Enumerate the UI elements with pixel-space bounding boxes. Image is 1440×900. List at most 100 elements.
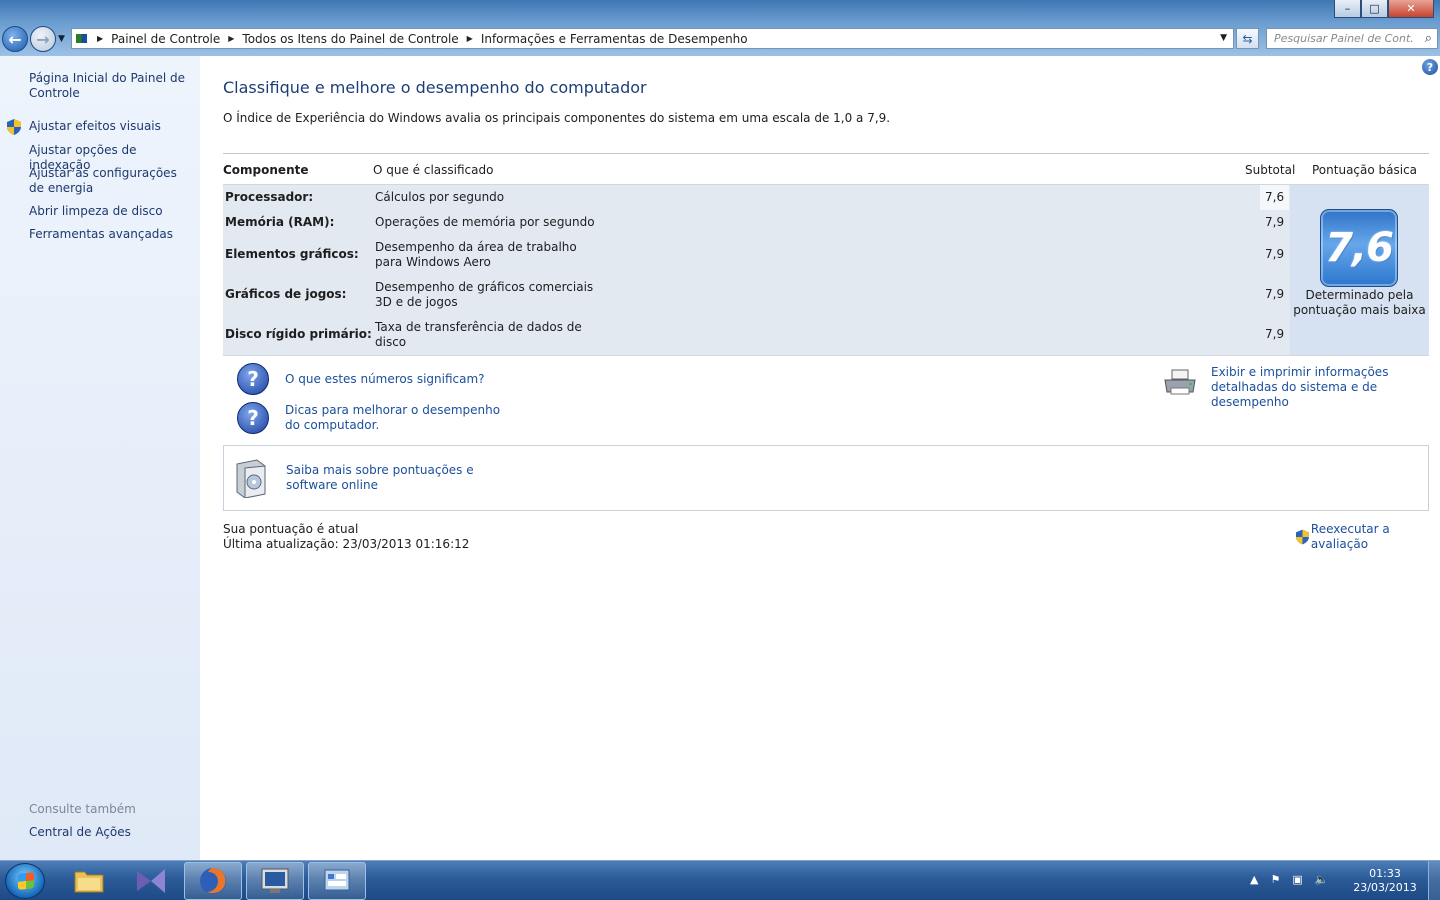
minimize-button[interactable]: – [1334,0,1361,18]
component-name: Gráficos de jogos: [225,287,347,301]
chevron-down-icon: ▼ [58,34,65,44]
sidebar-item-power-settings[interactable]: Ajustar as configurações de energia [29,166,194,196]
taskbar-explorer[interactable] [60,862,118,900]
learn-more-box: Saiba mais sobre pontuações e software o… [223,445,1429,511]
column-header-subtotal: Subtotal [1245,163,1296,177]
table-header: Componente O que é classificado Subtotal… [223,154,1429,184]
column-header-component: Componente [223,163,309,177]
rated-description: Cálculos por segundo [375,190,505,204]
improve-performance-tips-link[interactable]: Dicas para melhorar o desempenho do comp… [285,403,505,433]
control-panel-icon [76,34,87,43]
base-score-caption: Determinado pela pontuação mais baixa [1293,288,1426,317]
what-numbers-mean-link[interactable]: O que estes números significam? [285,372,485,387]
firefox-icon [200,868,226,894]
software-box-icon [236,459,266,498]
subtotal-value: 7,9 [1265,247,1285,261]
subtotal-value: 7,9 [1265,327,1285,341]
score-table: Componente O que é classificado Subtotal… [223,153,1429,356]
question-mark-icon: ? [237,402,269,434]
rated-description: Taxa de transferência de dados de disco [375,320,582,349]
arrow-right-icon: → [36,29,50,49]
clock-date: 23/03/2013 [1353,881,1417,894]
arrow-left-icon: ← [8,29,22,49]
start-button[interactable] [5,863,45,899]
column-header-base-score: Pontuação básica [1312,163,1418,177]
print-system-details-link[interactable]: Exibir e imprimir informações detalhadas… [1211,365,1433,410]
sidebar: Página Inicial do Painel de Controle Aju… [0,56,200,860]
sidebar-item-visual-effects[interactable]: Ajustar efeitos visuais [29,119,194,134]
folder-icon [74,871,104,893]
search-input[interactable] [1274,32,1414,45]
clock-time: 01:33 [1369,867,1401,880]
back-button[interactable]: ← [2,26,28,52]
volume-icon[interactable]: 🔈 [1315,873,1329,886]
subtotal-value: 7,6 [1265,190,1285,204]
recent-pages-dropdown[interactable]: ▼ [58,34,65,44]
component-name: Memória (RAM): [225,215,335,229]
system-tray: ▲ ⚑ ▣ 🔈 [1250,873,1328,886]
subtotal-value: 7,9 [1265,215,1285,229]
taskbar-control-panel[interactable] [308,862,366,900]
window-controls: – □ ✕ [1334,0,1434,18]
shield-icon [1296,529,1309,545]
show-desktop-button[interactable] [1428,861,1440,900]
column-header-rated: O que é classificado [373,163,494,177]
rated-description: Desempenho de gráficos comerciais 3D e d… [375,280,594,309]
rated-description: Operações de memória por segundo [375,215,595,229]
taskbar-terminal[interactable] [246,862,304,900]
breadcrumb-arrow-icon[interactable]: ▶ [228,34,234,43]
control-panel-icon [324,869,350,891]
sidebar-item-action-center[interactable]: Central de Ações [29,825,194,840]
rerun-assessment-button[interactable]: Reexecutar a avaliação [1296,522,1440,552]
breadcrumb-painel-de-controle[interactable]: Painel de Controle [111,32,220,46]
maximize-button[interactable]: □ [1361,0,1388,18]
breadcrumb-todos-os-itens[interactable]: Todos os Itens do Painel de Controle [242,32,458,46]
visual-studio-icon [137,869,165,893]
intro-text: O Índice de Experiência do Windows avali… [223,111,891,125]
search-icon[interactable]: ⌕ [1425,31,1432,46]
breadcrumb-arrow-icon[interactable]: ▶ [467,34,473,43]
breadcrumb-informacoes-desempenho[interactable]: Informações e Ferramentas de Desempenho [481,32,748,46]
taskbar-firefox[interactable] [184,862,242,900]
refresh-button[interactable]: ⇆ [1236,28,1259,49]
component-name: Processador: [225,190,314,204]
table-body: Processador: Cálculos por segundo 7,6 Me… [223,184,1429,356]
breadcrumb-arrow-icon[interactable]: ▶ [97,34,103,43]
taskbar: ▲ ⚑ ▣ 🔈 01:33 23/03/2013 [0,860,1440,900]
see-also-heading: Consulte também [29,802,136,816]
score-current-text: Sua pontuação é atual [223,522,359,536]
refresh-icon: ⇆ [1242,31,1253,46]
show-hidden-icons-icon[interactable]: ▲ [1250,873,1258,886]
sidebar-item-disk-cleanup[interactable]: Abrir limpeza de disco [29,204,194,219]
component-name: Elementos gráficos: [225,247,359,261]
taskbar-clock[interactable]: 01:33 23/03/2013 [1352,867,1418,895]
sidebar-item-control-panel-home[interactable]: Página Inicial do Painel de Controle [29,71,194,101]
rerun-assessment-label[interactable]: Reexecutar a avaliação [1311,522,1440,552]
action-center-flag-icon[interactable]: ⚑ [1270,873,1280,886]
base-score-badge: 7,6 [1320,209,1398,287]
score-status: Sua pontuação é atual Última atualização… [223,522,469,552]
forward-button[interactable]: → [30,26,56,52]
monitor-icon [261,868,289,893]
rated-description: Desempenho da área de trabalho para Wind… [375,240,577,269]
address-bar[interactable]: ▶ Painel de Controle ▶ Todos os Itens do… [71,28,1234,49]
component-name: Disco rígido primário: [225,327,372,341]
page-title: Classifique e melhore o desempenho do co… [223,78,647,97]
shield-icon [7,119,21,135]
taskbar-visual-studio[interactable] [122,862,180,900]
subtotal-value: 7,9 [1265,287,1285,301]
sidebar-item-advanced-tools[interactable]: Ferramentas avançadas [29,227,194,242]
base-score-value: 7,6 [1325,225,1394,271]
printer-icon [1164,369,1196,395]
address-dropdown-icon[interactable]: ▼ [1220,33,1227,43]
window-titlebar: – □ ✕ ← → ▼ ▶ Painel de Controle ▶ Todos… [0,0,1440,56]
main-content: ? Classifique e melhore o desempenho do … [200,56,1440,860]
last-update-text: Última atualização: 23/03/2013 01:16:12 [223,537,470,551]
network-icon[interactable]: ▣ [1292,873,1302,886]
help-icon[interactable]: ? [1422,59,1438,75]
search-box[interactable]: ⌕ [1266,28,1438,49]
close-button[interactable]: ✕ [1388,0,1434,18]
learn-more-online-link[interactable]: Saiba mais sobre pontuações e software o… [286,463,526,493]
question-mark-icon: ? [237,363,269,395]
base-score-column: 7,6 Determinado pela pontuação mais baix… [1290,185,1429,355]
